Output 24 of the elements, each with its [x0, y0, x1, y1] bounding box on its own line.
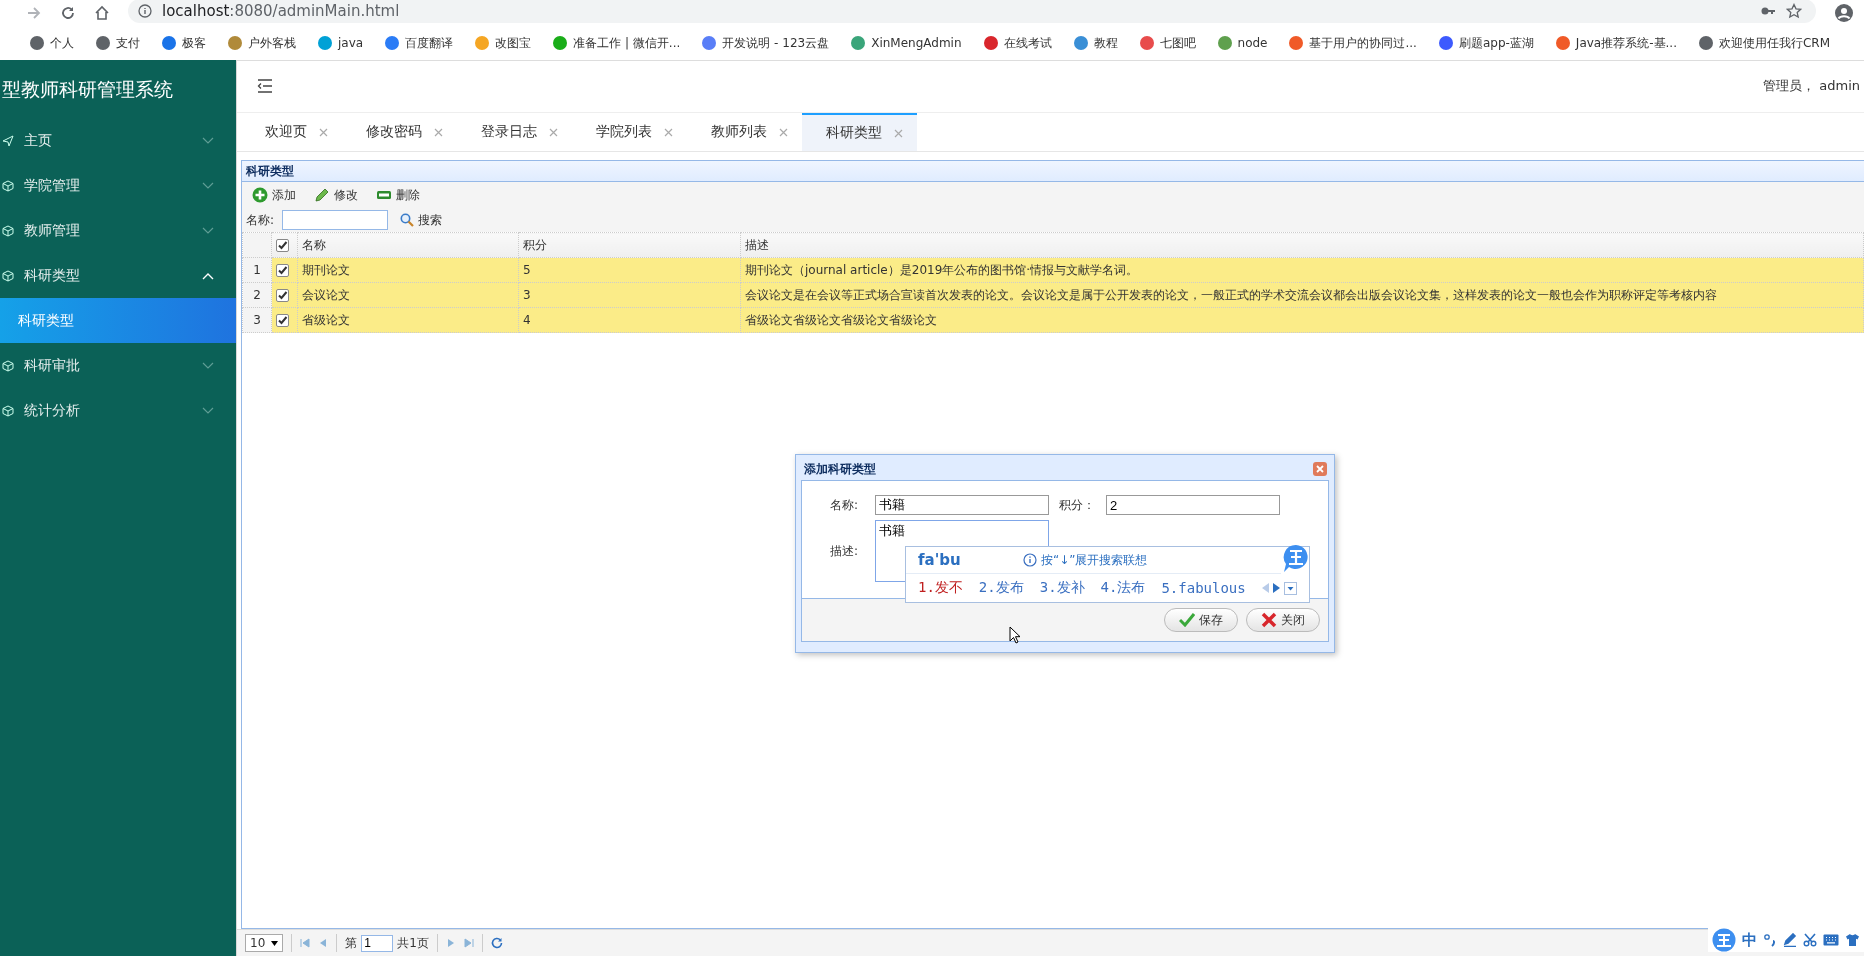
- page-total: 共1页: [397, 934, 429, 952]
- table-cell: 3: [518, 282, 741, 308]
- row-number: 1: [242, 257, 272, 283]
- table-cell: 期刊论文: [297, 257, 519, 283]
- field-label: 描述:: [830, 542, 860, 560]
- field-label: 积分：: [1059, 496, 1096, 514]
- row-number: 2: [242, 282, 272, 308]
- panel-title: 科研类型: [242, 161, 1864, 182]
- field-label: 名称:: [830, 496, 860, 514]
- table-cell: 5: [518, 257, 741, 283]
- search-label: 名称:: [246, 211, 275, 229]
- table-cell: 省级论文: [297, 307, 519, 333]
- table-cell: 会议论文是在会议等正式场合宣读首次发表的论文。会议论文是属于公开发表的论文，一般正式的学术交流会议都会出版会议论文集，这样发表的论文一般也会作为职称评定等考核内容: [740, 282, 1864, 308]
- hint-text: 按“↓”展开搜索联想: [1041, 551, 1148, 569]
- app-title: 型教师科研管理系统: [1, 77, 174, 102]
- composition-text: fa'bu: [918, 551, 962, 569]
- table-cell: 省级论文省级论文省级论文省级论文: [740, 307, 1864, 333]
- url-text: localhost:8080/adminMain.html: [162, 2, 400, 20]
- table-cell: 期刊论文（journal article）是2019年公布的图书馆·情报与文献学名词。: [740, 257, 1864, 283]
- row-number: 3: [242, 307, 272, 333]
- table-cell: 会议论文: [297, 282, 519, 308]
- table-cell: 4: [518, 307, 741, 333]
- page-label: 第: [345, 934, 358, 952]
- dialog-title: 添加科研类型: [804, 460, 876, 478]
